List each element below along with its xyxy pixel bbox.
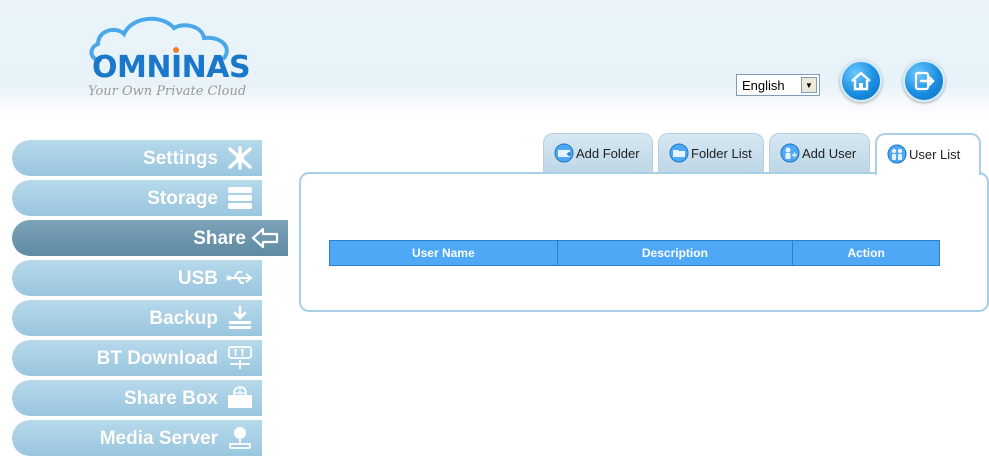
bt-icon bbox=[228, 346, 252, 369]
backup-icon bbox=[229, 306, 251, 329]
sidebar-item-label: BT Download bbox=[96, 348, 218, 369]
sidebar-item-storage[interactable]: Storage bbox=[12, 180, 262, 216]
usb-icon bbox=[226, 271, 253, 284]
add-user-icon bbox=[780, 143, 800, 163]
tab-label: User List bbox=[909, 147, 961, 162]
sidebar-item-label: Backup bbox=[149, 308, 218, 329]
user-list-table: User Name Description Action bbox=[329, 240, 940, 266]
sidebar-item-label: Share Box bbox=[124, 388, 218, 409]
share-arrow-icon bbox=[251, 227, 279, 249]
tab-add-user[interactable]: Add User bbox=[769, 133, 870, 173]
share-box-icon bbox=[228, 386, 252, 408]
column-header-action: Action bbox=[792, 240, 940, 266]
sidebar-item-settings[interactable]: Settings bbox=[12, 140, 262, 176]
sidebar-item-share[interactable]: Share bbox=[12, 220, 288, 256]
language-select[interactable]: English ▼ bbox=[736, 74, 820, 96]
sidebar-item-label: Storage bbox=[147, 188, 218, 209]
storage-icon bbox=[228, 187, 252, 209]
tab-user-list[interactable]: User List bbox=[875, 133, 981, 175]
home-button[interactable] bbox=[840, 60, 882, 102]
logout-icon bbox=[914, 71, 935, 91]
column-header-user-name: User Name bbox=[329, 240, 558, 266]
column-header-description: Description bbox=[556, 240, 794, 266]
folder-list-icon bbox=[669, 143, 689, 163]
sidebar-item-share-box[interactable]: Share Box bbox=[12, 380, 262, 416]
brand-tagline: Your Own Private Cloud bbox=[88, 84, 247, 99]
tab-label: Folder List bbox=[691, 146, 752, 161]
sidebar-item-usb[interactable]: USB bbox=[12, 260, 262, 296]
header: OMNINAS Your Own Private Cloud English ▼ bbox=[0, 0, 989, 118]
chevron-down-icon[interactable]: ▼ bbox=[801, 77, 817, 93]
home-icon bbox=[851, 71, 871, 91]
sidebar-item-media-server[interactable]: Media Server bbox=[12, 420, 262, 456]
logout-button[interactable] bbox=[903, 60, 945, 102]
settings-icon bbox=[228, 146, 252, 170]
tab-folder-list[interactable]: Folder List bbox=[658, 133, 764, 173]
media-server-icon bbox=[229, 427, 251, 449]
tab-label: Add Folder bbox=[576, 146, 640, 161]
sidebar-item-label: Settings bbox=[143, 148, 218, 169]
user-list-icon bbox=[887, 144, 907, 164]
sidebar-item-label: Share bbox=[193, 228, 246, 249]
brand-name: OMNINAS bbox=[92, 50, 251, 85]
sidebar-item-bt-download[interactable]: BT Download bbox=[12, 340, 262, 376]
table-header-row: User Name Description Action bbox=[329, 240, 940, 266]
sidebar-item-label: USB bbox=[177, 268, 218, 289]
tab-label: Add User bbox=[802, 146, 857, 161]
sidebar-item-label: Media Server bbox=[99, 428, 218, 449]
sidebar-nav: Settings Storage Share USB Backup BT Dow… bbox=[0, 138, 300, 456]
add-folder-icon bbox=[554, 143, 574, 163]
sidebar-item-backup[interactable]: Backup bbox=[12, 300, 262, 336]
language-value: English bbox=[742, 78, 785, 93]
tab-add-folder[interactable]: Add Folder bbox=[543, 133, 653, 173]
